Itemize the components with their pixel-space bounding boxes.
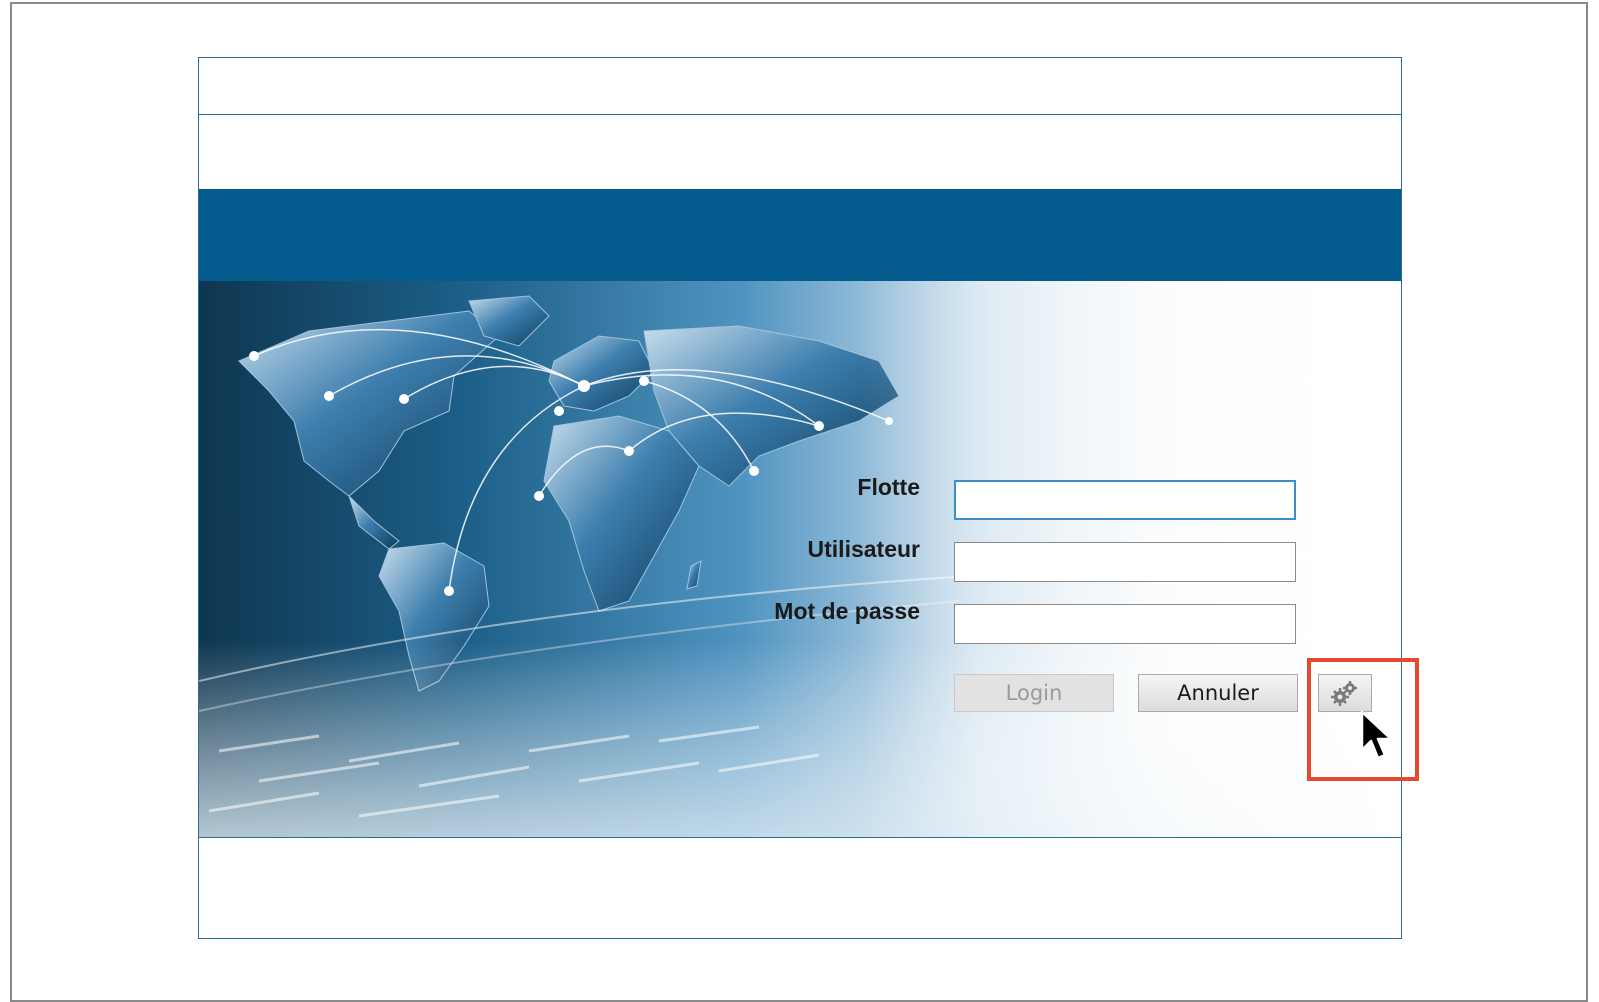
password-label: Mot de passe: [774, 598, 920, 624]
footer-area: [199, 838, 1401, 938]
user-input[interactable]: [954, 542, 1296, 582]
user-label: Utilisateur: [807, 536, 920, 562]
login-button-label: Login: [1005, 681, 1063, 705]
mouse-pointer-icon: [1360, 710, 1393, 760]
header-band: [199, 189, 1401, 281]
header-area: [199, 115, 1401, 189]
fleet-label: Flotte: [857, 474, 920, 500]
password-input[interactable]: [954, 604, 1296, 644]
cancel-button[interactable]: Annuler: [1138, 674, 1298, 712]
cancel-button-label: Annuler: [1177, 681, 1259, 705]
fleet-input[interactable]: [954, 480, 1296, 520]
login-button[interactable]: Login: [954, 674, 1114, 712]
title-bar: [199, 58, 1401, 115]
